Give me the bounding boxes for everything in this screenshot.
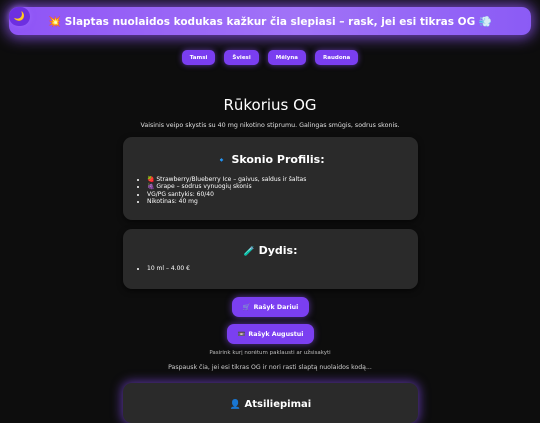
contact-hint: Pasirink kurį norėtum paklausti ar užsis… <box>209 350 331 356</box>
theme-light-button[interactable]: Šviesi <box>224 50 259 65</box>
size-heading: 🧪 Dydis: <box>123 229 418 257</box>
discount-banner: 💥 Slaptas nuolaidos kodukas kažkur čia s… <box>9 7 531 35</box>
flavor-profile-heading: 🔹 Skonio Profilis: <box>123 137 418 166</box>
cart-icon: 🛒 <box>242 304 251 311</box>
list-item: 10 ml – 4.00 € <box>147 265 418 272</box>
flavor-list: 🍓 Strawberry/Blueberry Ice – gaivus, sal… <box>123 176 418 206</box>
user-icon: 👤 <box>229 400 241 410</box>
secret-discount-link[interactable]: Paspausk čia, jei esi tikras OG ir nori … <box>0 364 540 371</box>
list-item: VG/PG santykis: 60/40 <box>147 191 418 198</box>
theme-blue-button[interactable]: Mėlyna <box>267 50 307 65</box>
message-augustas-button[interactable]: 📼 Rašyk Augustui <box>227 324 314 344</box>
message-darius-button[interactable]: 🛒 Rašyk Dariui <box>232 297 309 317</box>
flavor-profile-title: Skonio Profilis: <box>231 153 325 166</box>
theme-toggle-button[interactable]: 🌙 <box>9 7 30 26</box>
theme-switcher: Tamsi Šviesi Mėlyna Raudona <box>0 50 540 65</box>
size-title: Dydis: <box>258 244 298 257</box>
moon-icon: 🌙 <box>13 11 26 22</box>
flavor-profile-card: 🔹 Skonio Profilis: 🍓 Strawberry/Blueberr… <box>123 137 418 220</box>
list-item: 🍇 Grape – sodrus vynuogių skonis <box>147 183 418 190</box>
product-title: Rūkorius OG <box>223 96 317 114</box>
message-augustas-label: Rašyk Augustui <box>248 330 304 338</box>
size-list: 10 ml – 4.00 € <box>123 265 418 272</box>
blue-diamond-icon: 🔹 <box>216 156 228 166</box>
theme-red-button[interactable]: Raudona <box>315 50 359 65</box>
theme-dark-button[interactable]: Tamsi <box>181 50 216 65</box>
size-card: 🧪 Dydis: 10 ml – 4.00 € <box>123 229 418 289</box>
list-item: Nikotinas: 40 mg <box>147 198 418 205</box>
cassette-icon: 📼 <box>237 331 246 338</box>
test-tube-icon: 🧪 <box>243 247 255 257</box>
product-description: Vaisinis veipo skystis su 40 mg nikotino… <box>140 122 400 129</box>
message-darius-label: Rašyk Dariui <box>253 303 299 311</box>
reviews-heading: 👤 Atsiliepimai <box>123 383 418 410</box>
reviews-card: 👤 Atsiliepimai <box>123 383 418 423</box>
banner-text: 💥 Slaptas nuolaidos kodukas kažkur čia s… <box>48 15 492 28</box>
